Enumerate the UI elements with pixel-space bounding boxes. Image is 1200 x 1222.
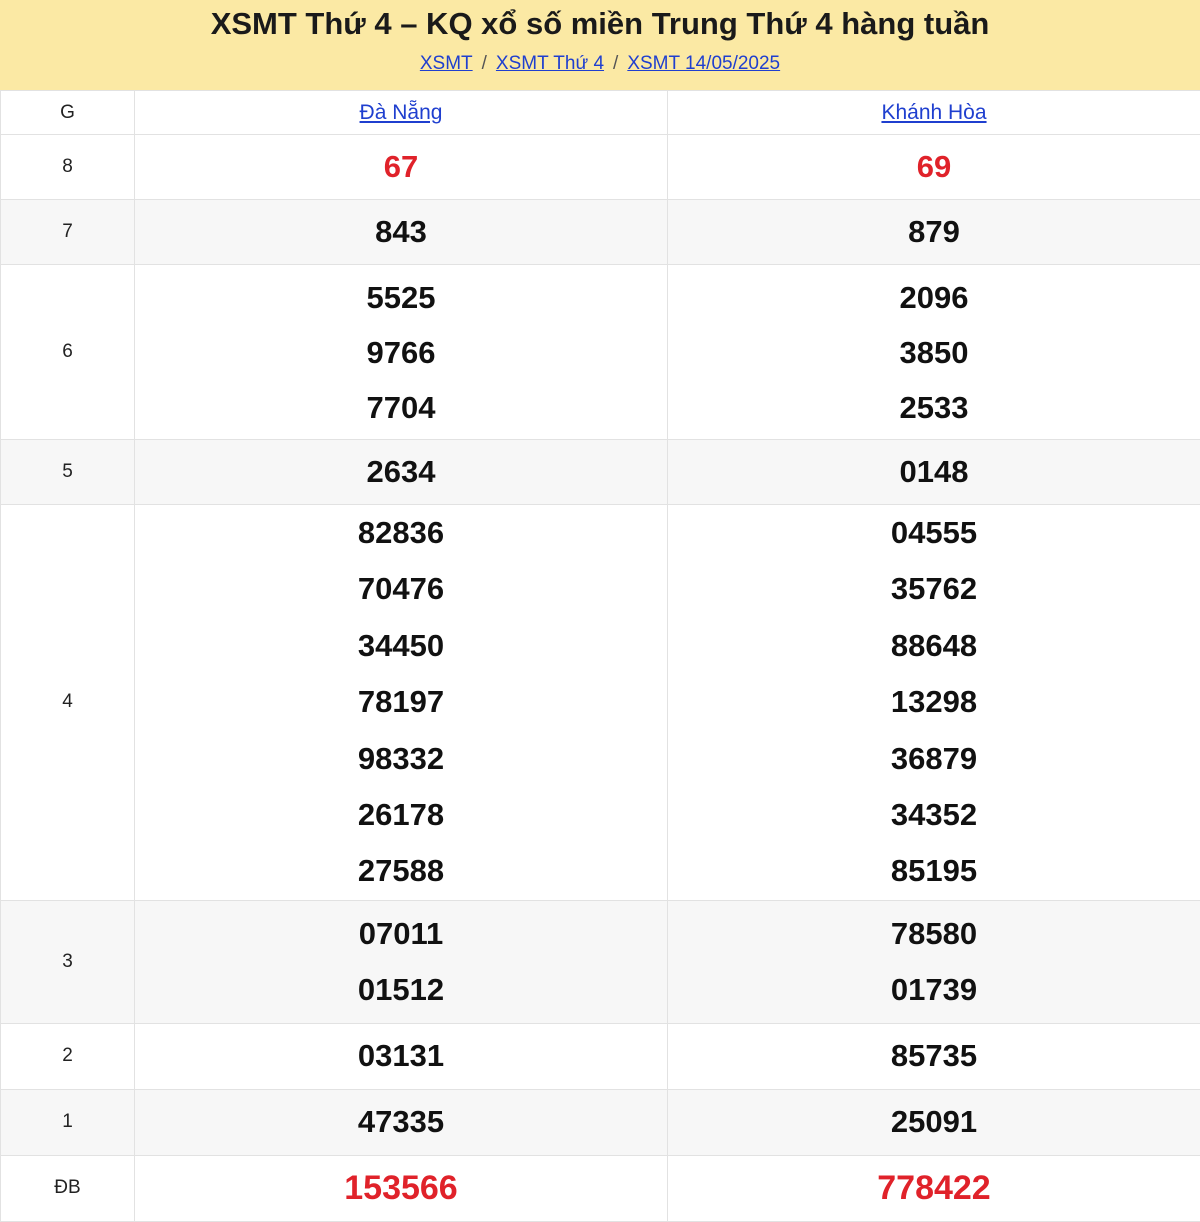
result-number: 78580 <box>668 906 1200 962</box>
result-number: 03131 <box>135 1038 667 1074</box>
result-number: 82836 <box>135 505 667 561</box>
result-number: 04555 <box>668 505 1200 561</box>
breadcrumb: XSMT / XSMT Thứ 4 / XSMT 14/05/2025 <box>0 53 1200 75</box>
prize-label: 1 <box>1 1089 135 1155</box>
province-header-da-nang: Đà Nẵng <box>135 91 668 135</box>
result-cell-da-nang: 67 <box>135 135 668 200</box>
breadcrumb-separator: / <box>482 53 487 74</box>
result-number: 0148 <box>668 454 1200 490</box>
result-number: 879 <box>668 214 1200 250</box>
result-number: 01512 <box>135 962 667 1018</box>
result-number: 78197 <box>135 674 667 730</box>
table-row: 3 07011 01512 78580 01739 <box>1 900 1200 1023</box>
result-cell-khanh-hoa: 25091 <box>668 1089 1200 1155</box>
result-number: 69 <box>668 149 1200 185</box>
province-link-khanh-hoa[interactable]: Khánh Hòa <box>881 101 986 124</box>
result-number: 2096 <box>668 270 1200 325</box>
result-cell-khanh-hoa: 0148 <box>668 440 1200 505</box>
result-cell-khanh-hoa: 879 <box>668 200 1200 265</box>
prize-label: 4 <box>1 505 135 901</box>
result-number: 47335 <box>135 1104 667 1140</box>
result-cell-da-nang: 5525 9766 7704 <box>135 265 668 440</box>
province-link-da-nang[interactable]: Đà Nẵng <box>360 101 443 124</box>
result-cell-da-nang: 153566 <box>135 1155 668 1221</box>
result-number: 85195 <box>668 843 1200 899</box>
result-number: 27588 <box>135 843 667 899</box>
result-cell-khanh-hoa: 78580 01739 <box>668 900 1200 1023</box>
prize-label: 7 <box>1 200 135 265</box>
prize-column-header: G <box>1 91 135 135</box>
table-row: 5 2634 0148 <box>1 440 1200 505</box>
result-number: 153566 <box>135 1169 667 1208</box>
result-number: 25091 <box>668 1104 1200 1140</box>
result-number: 843 <box>135 214 667 250</box>
result-cell-da-nang: 03131 <box>135 1023 668 1089</box>
table-row: 1 47335 25091 <box>1 1089 1200 1155</box>
result-cell-khanh-hoa: 69 <box>668 135 1200 200</box>
page-title: XSMT Thứ 4 – KQ xổ số miền Trung Thứ 4 h… <box>0 0 1200 41</box>
table-row: 8 67 69 <box>1 135 1200 200</box>
result-number: 778422 <box>668 1169 1200 1208</box>
result-number: 67 <box>135 149 667 185</box>
result-number: 88648 <box>668 618 1200 674</box>
prize-label: 6 <box>1 265 135 440</box>
breadcrumb-link-xsmt-thu-4[interactable]: XSMT Thứ 4 <box>496 53 604 74</box>
province-header-khanh-hoa: Khánh Hòa <box>668 91 1200 135</box>
result-cell-khanh-hoa: 778422 <box>668 1155 1200 1221</box>
breadcrumb-link-xsmt[interactable]: XSMT <box>420 53 473 74</box>
prize-label: 2 <box>1 1023 135 1089</box>
result-cell-da-nang: 07011 01512 <box>135 900 668 1023</box>
result-number: 36879 <box>668 731 1200 787</box>
table-row: 4 82836 70476 34450 78197 98332 26178 27… <box>1 505 1200 901</box>
result-cell-khanh-hoa: 85735 <box>668 1023 1200 1089</box>
prize-label: 8 <box>1 135 135 200</box>
prize-label: 5 <box>1 440 135 505</box>
result-number: 35762 <box>668 561 1200 617</box>
table-row: 6 5525 9766 7704 2096 3850 2533 <box>1 265 1200 440</box>
results-table: G Đà Nẵng Khánh Hòa 8 67 69 7 843 879 6 … <box>0 90 1200 1222</box>
result-number: 2533 <box>668 380 1200 435</box>
result-number: 13298 <box>668 674 1200 730</box>
result-number: 26178 <box>135 787 667 843</box>
result-number: 85735 <box>668 1038 1200 1074</box>
breadcrumb-link-xsmt-date[interactable]: XSMT 14/05/2025 <box>627 53 780 74</box>
result-number: 01739 <box>668 962 1200 1018</box>
result-number: 2634 <box>135 454 667 490</box>
result-number: 34352 <box>668 787 1200 843</box>
prize-label: 3 <box>1 900 135 1023</box>
result-number: 9766 <box>135 325 667 380</box>
page-header: XSMT Thứ 4 – KQ xổ số miền Trung Thứ 4 h… <box>0 0 1200 90</box>
breadcrumb-separator: / <box>613 53 618 74</box>
result-number: 07011 <box>135 906 667 962</box>
result-number: 3850 <box>668 325 1200 380</box>
result-number: 98332 <box>135 731 667 787</box>
result-number: 34450 <box>135 618 667 674</box>
result-cell-khanh-hoa: 04555 35762 88648 13298 36879 34352 8519… <box>668 505 1200 901</box>
result-cell-da-nang: 47335 <box>135 1089 668 1155</box>
table-header-row: G Đà Nẵng Khánh Hòa <box>1 91 1200 135</box>
prize-label: ĐB <box>1 1155 135 1221</box>
result-cell-da-nang: 843 <box>135 200 668 265</box>
result-cell-khanh-hoa: 2096 3850 2533 <box>668 265 1200 440</box>
result-number: 70476 <box>135 561 667 617</box>
table-row: 7 843 879 <box>1 200 1200 265</box>
result-cell-da-nang: 2634 <box>135 440 668 505</box>
result-number: 5525 <box>135 270 667 325</box>
result-number: 7704 <box>135 380 667 435</box>
result-cell-da-nang: 82836 70476 34450 78197 98332 26178 2758… <box>135 505 668 901</box>
table-row: 2 03131 85735 <box>1 1023 1200 1089</box>
table-row: ĐB 153566 778422 <box>1 1155 1200 1221</box>
